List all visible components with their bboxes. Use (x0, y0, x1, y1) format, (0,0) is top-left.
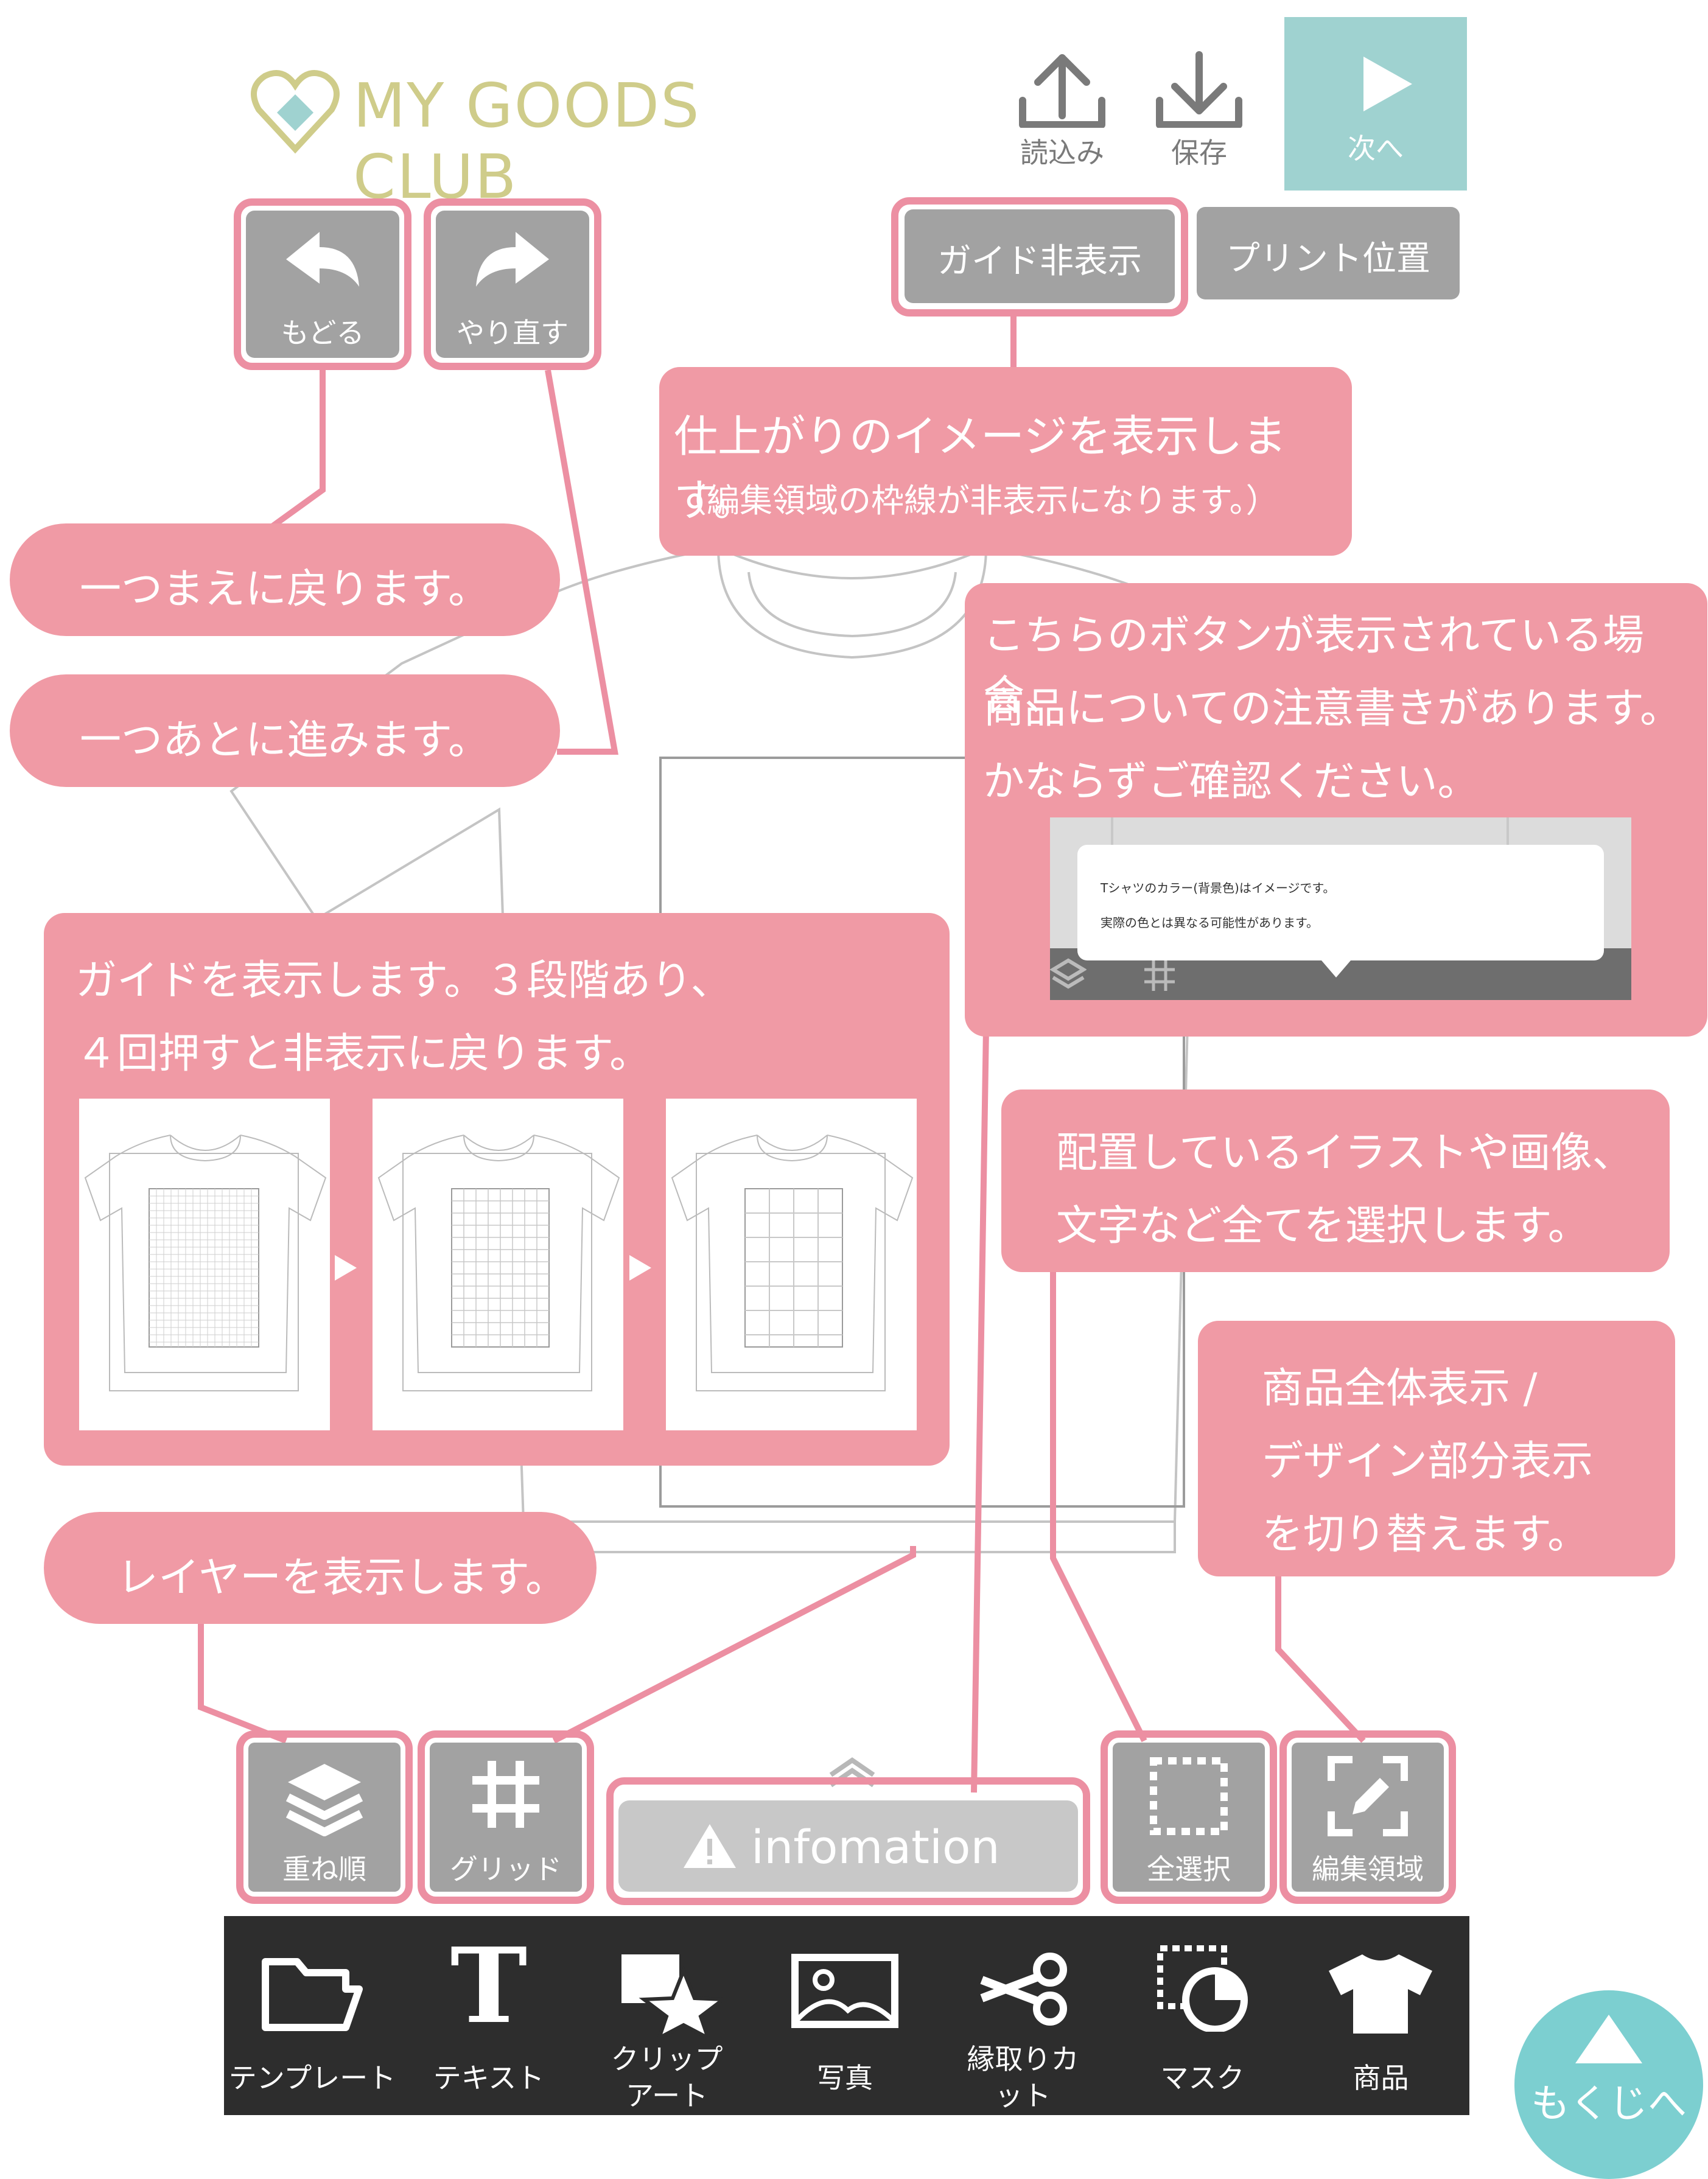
logo: MY GOODS CLUB (250, 58, 870, 212)
next-button[interactable]: 次へ (1284, 17, 1467, 191)
guide-hide-label: ガイド非表示 (937, 242, 1142, 281)
grid-callout-line1: ガイドを表示します。３段階あり、 (75, 957, 732, 1005)
clipart-icon (621, 1954, 723, 2038)
layers-icon (285, 1764, 363, 1836)
guide-hide-callout: 仕上がりのイメージを表示します。 （編集領域の枠線が非表示になります。） (659, 367, 1352, 556)
print-position-button[interactable]: プリント位置 (1197, 207, 1460, 299)
save-label: 保存 (1171, 136, 1227, 169)
grid-level-3-thumb (666, 1099, 917, 1430)
toolbar-item-template[interactable]: テンプレート (224, 1916, 401, 2115)
bottom-toolbar: テンプレート T テキスト クリップアート 写真 縁取りカット マスク 商品 (224, 1916, 1469, 2115)
select-all-callout: 配置しているイラストや画像、 文字など全てを選択します。 (1001, 1090, 1670, 1272)
tshirt-grid-medium (377, 1135, 620, 1391)
redo-arrow-icon (476, 232, 549, 287)
edit-area-icon (1328, 1756, 1408, 1836)
layer-callout: レイヤーを表示します。 (44, 1512, 597, 1624)
info-preview-grid-icon (1144, 960, 1175, 991)
edit-area-button[interactable]: 編集領域 (1292, 1743, 1444, 1892)
grid-button[interactable]: グリッド (430, 1743, 582, 1892)
arrow-right-icon (335, 1255, 357, 1281)
next-label: 次へ (1348, 132, 1404, 165)
download-icon (1156, 51, 1242, 128)
back-to-index-button[interactable]: もくじへ (1514, 1990, 1703, 2179)
back-to-index-label: もくじへ (1531, 2082, 1687, 2127)
upload-icon (1019, 54, 1105, 128)
undo-arrow-icon (286, 232, 359, 287)
toolbar-item-clipart[interactable]: クリップアート (577, 1916, 757, 2115)
mask-icon (1157, 1945, 1248, 2032)
connector-guide (1010, 315, 1017, 370)
undo-callout: 一つまえに戻ります。 (10, 523, 560, 636)
redo-callout-text: 一つあとに進みます。 (80, 716, 490, 764)
toolbar-item-outline-cut[interactable]: 縁取りカット (933, 1916, 1113, 2115)
info-button[interactable]: infomation (618, 1800, 1078, 1892)
undo-label: もどる (281, 317, 365, 349)
toolbar-item-product[interactable]: 商品 (1292, 1916, 1469, 2115)
info-preview-pointer (1318, 956, 1354, 978)
load-button[interactable]: 読込み (1010, 49, 1114, 177)
redo-button[interactable]: やり直す (436, 211, 589, 358)
grid-callout-line2: ４回押すと非表示に戻ります。 (75, 1030, 651, 1078)
save-button[interactable]: 保存 (1147, 49, 1251, 177)
triangle-up-icon (1575, 2015, 1642, 2063)
grid-label: グリッド (450, 1853, 562, 1886)
info-preview-image: Tシャツのカラー(背景色)はイメージです。 実際の色とは異なる可能性があります。 (1050, 817, 1631, 1000)
grid-level-2-thumb (373, 1099, 623, 1430)
undo-button[interactable]: もどる (246, 211, 399, 358)
play-icon (1363, 57, 1412, 111)
select-all-label: 全選択 (1147, 1853, 1231, 1886)
toolbar-label-template: テンプレート (228, 2062, 396, 2094)
toolbar-label-clipart: クリップアート (611, 2043, 723, 2112)
logo-text: MY GOODS CLUB (353, 70, 701, 212)
heart-logo-icon (251, 70, 340, 154)
layer-button[interactable]: 重ね順 (248, 1743, 401, 1892)
toolbar-item-text[interactable]: T テキスト (401, 1916, 577, 2115)
folder-icon (262, 1958, 363, 2031)
toolbar-label-product: 商品 (1353, 2062, 1409, 2094)
toolbar-label-text: テキスト (433, 2062, 545, 2094)
edit-area-callout-line3: を切り替えます。 (1262, 1511, 1589, 1559)
select-all-callout-line1: 配置しているイラストや画像、 (1056, 1129, 1634, 1177)
toolbar-label-photo: 写真 (817, 2062, 873, 2094)
redo-callout: 一つあとに進みます。 (10, 674, 560, 787)
arrow-right-icon (629, 1255, 651, 1281)
info-preview-line1: Tシャツのカラー(背景色)はイメージです。 (1101, 881, 1335, 895)
layer-label: 重ね順 (282, 1853, 366, 1886)
toolbar-item-photo[interactable]: 写真 (757, 1916, 933, 2115)
layer-callout-text: レイヤーを表示します。 (117, 1554, 567, 1602)
info-label: infomation (751, 1820, 1000, 1874)
text-icon: T (450, 1925, 528, 2047)
toolbar-label-outline-cut: 縁取りカット (967, 2043, 1079, 2112)
tshirt-grid-coarse (671, 1135, 914, 1391)
info-preview-layer-icon (1050, 958, 1087, 989)
photo-icon (791, 1954, 898, 2028)
info-callout-line3: かならずご確認ください。 (983, 758, 1479, 806)
grid-callout: ガイドを表示します。３段階あり、 ４回押すと非表示に戻ります。 (44, 913, 950, 1466)
info-preview-popup: Tシャツのカラー(背景色)はイメージです。 実際の色とは異なる可能性があります。 (1077, 845, 1604, 960)
scissors-icon (980, 1953, 1067, 2026)
grid-icon (472, 1761, 539, 1828)
guide-hide-button[interactable]: ガイド非表示 (905, 209, 1175, 303)
warning-icon (684, 1824, 736, 1868)
guide-hide-callout-line2: （編集領域の枠線が非表示になります。） (674, 481, 1279, 520)
edit-area-callout: 商品全体表示 / デザイン部分表示 を切り替えます。 (1198, 1321, 1675, 1576)
tshirt-icon (1329, 1954, 1432, 2034)
select-all-icon (1150, 1757, 1228, 1835)
edit-area-callout-line1: 商品全体表示 / (1262, 1365, 1538, 1413)
print-position-label: プリント位置 (1226, 239, 1430, 279)
tshirt-grid-fine (84, 1135, 327, 1391)
edit-area-label: 編集領域 (1312, 1853, 1424, 1886)
load-label: 読込み (1020, 136, 1104, 169)
grid-level-1-thumb (79, 1099, 330, 1430)
select-all-callout-line2: 文字など全てを選択します。 (1056, 1202, 1589, 1250)
info-preview-line2: 実際の色とは異なる可能性があります。 (1101, 915, 1318, 930)
info-callout: こちらのボタンが表示されている場合、 商品についての注意書きがあります。 かなら… (965, 583, 1707, 1037)
select-all-button[interactable]: 全選択 (1113, 1743, 1265, 1892)
info-callout-line2: 商品についての注意書きがあります。 (983, 685, 1682, 733)
edit-area-callout-line2: デザイン部分表示 (1262, 1438, 1594, 1486)
toolbar-item-mask[interactable]: マスク (1113, 1916, 1292, 2115)
undo-callout-text: 一つまえに戻ります。 (80, 565, 490, 614)
redo-label: やり直す (457, 317, 569, 349)
toolbar-label-mask: マスク (1160, 2062, 1245, 2094)
